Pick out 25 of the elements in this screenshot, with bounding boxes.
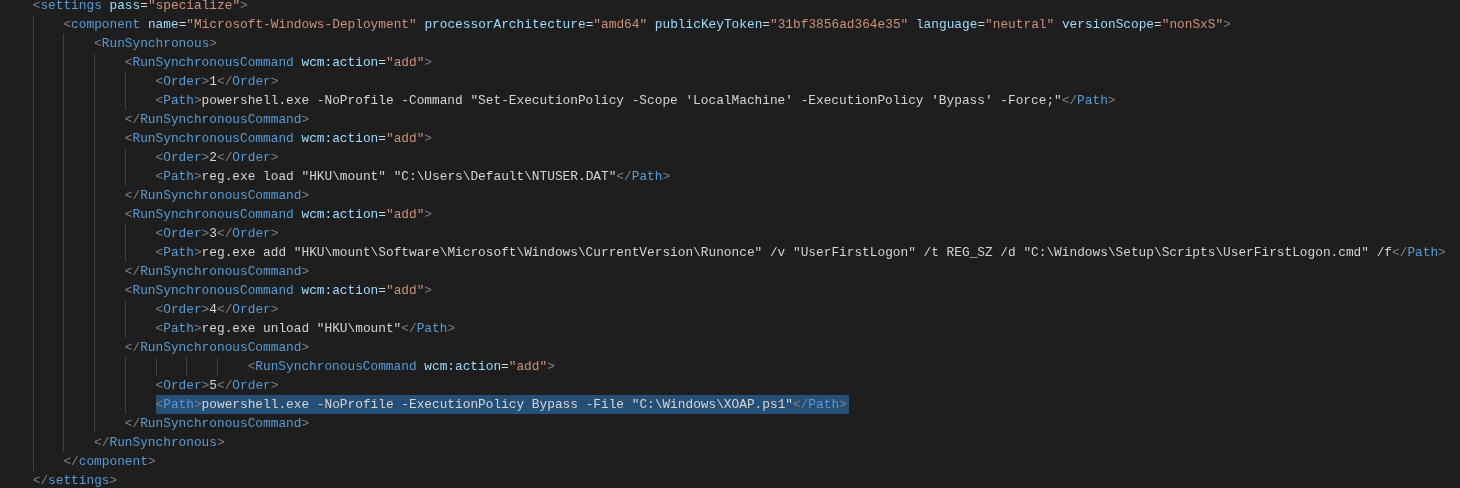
- code-line: <Path>reg.exe load "HKU\mount" "C:\Users\Default\NTUSER.DAT"</Path>: [155, 168, 671, 186]
- code-line: <settings pass="specialize">: [32, 0, 248, 15]
- code-line: </RunSynchronousCommand>: [124, 187, 310, 205]
- code-line: <RunSynchronousCommand wcm:action="add">: [124, 282, 433, 300]
- code-line: <Path>reg.exe add "HKU\mount\Software\Microsoft\Windows\CurrentVersion\Runonce" /v "UserFirstLogon" /t REG_SZ /d "C:\Windows\Setup\Scripts\UserFirstLogon.cmd" /f</Path>: [155, 244, 1446, 262]
- code-line: <Path>reg.exe unload "HKU\mount"</Path>: [155, 320, 456, 338]
- code-line: </RunSynchronous>: [94, 434, 225, 452]
- code-line: <Order>4</Order>: [155, 301, 279, 319]
- code-line: </RunSynchronousCommand>: [124, 111, 310, 129]
- code-line: <Path>powershell.exe -NoProfile -Command "Set-ExecutionPolicy -Scope 'LocalMachine' -ExecutionPolicy 'Bypass' -Force;"</Path>: [155, 92, 1116, 110]
- code-line: <Order>2</Order>: [155, 149, 279, 167]
- code-line: <Order>1</Order>: [155, 73, 279, 91]
- code-line: <component name="Microsoft-Windows-Deployment" processorArchitecture="amd64" publicKeyToken="31bf3856ad364e35" language="neutral" versionScope="nonSxS">: [63, 16, 1231, 34]
- code-line: <RunSynchronous>: [94, 35, 217, 53]
- code-line: <RunSynchronousCommand wcm:action="add">: [247, 358, 555, 376]
- code-line: <RunSynchronousCommand wcm:action="add">: [124, 206, 433, 224]
- code-line: </RunSynchronousCommand>: [124, 339, 310, 357]
- code-line: <RunSynchronousCommand wcm:action="add">: [124, 130, 433, 148]
- code-line: </settings>: [32, 472, 118, 488]
- code-line: </component>: [63, 453, 156, 471]
- code-line: </RunSynchronousCommand>: [124, 415, 310, 433]
- code-line: <Order>5</Order>: [155, 377, 279, 395]
- code-line: <RunSynchronousCommand wcm:action="add">: [124, 54, 433, 72]
- code-line: <Order>3</Order>: [155, 225, 279, 243]
- code-line: </RunSynchronousCommand>: [124, 263, 310, 281]
